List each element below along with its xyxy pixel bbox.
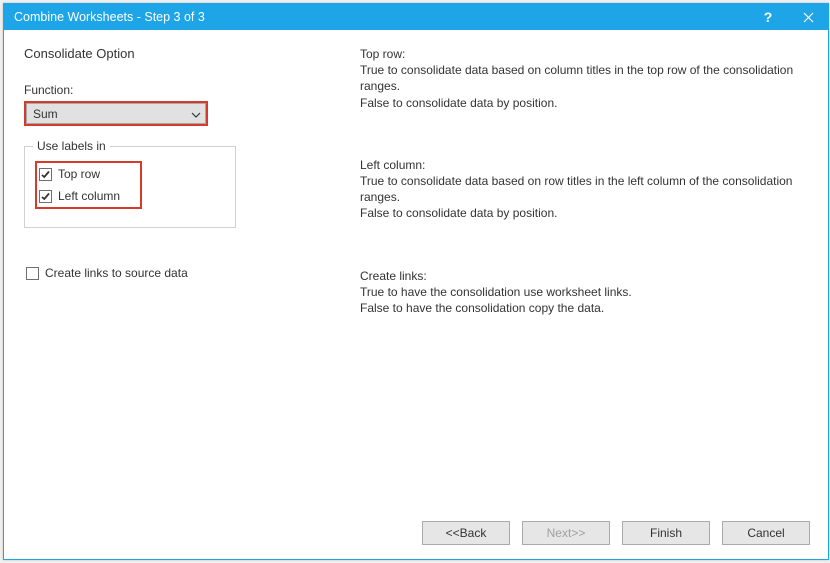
desc-line: False to consolidate data by position. <box>360 95 808 111</box>
create-links-description: Create links: True to have the consolida… <box>360 268 808 317</box>
desc-line: True to consolidate data based on column… <box>360 62 808 94</box>
desc-line: True to consolidate data based on row ti… <box>360 173 808 205</box>
desc-line: False to consolidate data by position. <box>360 205 808 221</box>
right-pane: Top row: True to consolidate data based … <box>354 46 808 501</box>
section-heading: Consolidate Option <box>24 46 354 61</box>
desc-title: Create links: <box>360 268 808 284</box>
back-button[interactable]: <<Back <box>422 521 510 545</box>
labels-highlight: Top row Left column <box>35 161 142 209</box>
left-column-description: Left column: True to consolidate data ba… <box>360 157 808 222</box>
top-row-description: Top row: True to consolidate data based … <box>360 46 808 111</box>
back-label: <<Back <box>446 526 487 540</box>
cancel-label: Cancel <box>747 526 784 540</box>
function-value: Sum <box>33 107 191 121</box>
chevron-down-icon <box>191 107 201 121</box>
finish-button[interactable]: Finish <box>622 521 710 545</box>
left-column-label: Left column <box>58 189 120 203</box>
desc-title: Top row: <box>360 46 808 62</box>
create-links-checkbox[interactable] <box>26 267 39 280</box>
window-title: Combine Worksheets - Step 3 of 3 <box>14 10 748 24</box>
left-pane: Consolidate Option Function: Sum Use lab… <box>24 46 354 501</box>
group-legend: Use labels in <box>33 139 110 153</box>
create-links-option[interactable]: Create links to source data <box>24 262 354 284</box>
next-button: Next>> <box>522 521 610 545</box>
finish-label: Finish <box>650 526 682 540</box>
next-label: Next>> <box>547 526 586 540</box>
left-column-checkbox[interactable] <box>39 190 52 203</box>
help-button[interactable]: ? <box>748 4 788 30</box>
button-bar: <<Back Next>> Finish Cancel <box>4 511 828 559</box>
top-row-label: Top row <box>58 167 100 181</box>
close-icon <box>803 12 814 23</box>
check-icon <box>41 170 50 179</box>
close-button[interactable] <box>788 4 828 30</box>
dialog-window: Combine Worksheets - Step 3 of 3 ? Conso… <box>3 3 829 560</box>
titlebar: Combine Worksheets - Step 3 of 3 ? <box>4 4 828 30</box>
use-labels-group: Use labels in Top row Left c <box>24 146 236 228</box>
top-row-option[interactable]: Top row <box>37 163 122 185</box>
function-highlight: Sum <box>24 101 208 126</box>
check-icon <box>41 192 50 201</box>
left-column-option[interactable]: Left column <box>37 185 122 207</box>
dialog-body: Consolidate Option Function: Sum Use lab… <box>4 30 828 511</box>
desc-line: False to have the consolidation copy the… <box>360 300 808 316</box>
desc-title: Left column: <box>360 157 808 173</box>
cancel-button[interactable]: Cancel <box>722 521 810 545</box>
desc-line: True to have the consolidation use works… <box>360 284 808 300</box>
create-links-label: Create links to source data <box>45 266 188 280</box>
top-row-checkbox[interactable] <box>39 168 52 181</box>
function-label: Function: <box>24 83 354 97</box>
dialog-content: Consolidate Option Function: Sum Use lab… <box>4 30 828 559</box>
function-dropdown[interactable]: Sum <box>26 103 206 124</box>
